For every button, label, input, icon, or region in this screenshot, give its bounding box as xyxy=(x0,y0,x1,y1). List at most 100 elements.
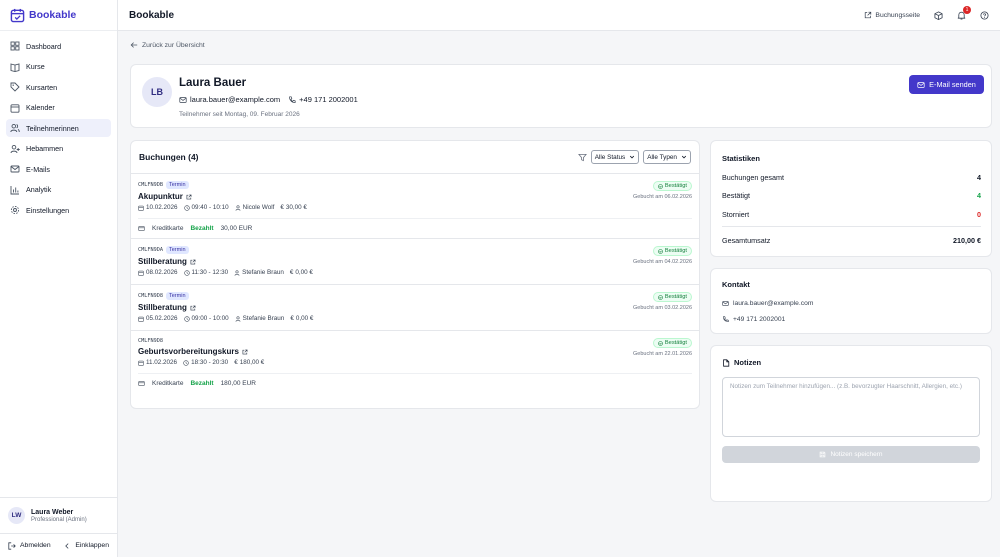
payment-status: Bezahlt xyxy=(190,380,214,387)
booking-item[interactable]: CMLFN9DA Termin Stillberatung 08.02.2026… xyxy=(131,239,699,285)
sidebar-item-label: Teilnehmerinnen xyxy=(26,123,79,133)
user-icon xyxy=(235,315,241,322)
sidebar-item-teilnehmerinnen[interactable]: Teilnehmerinnen xyxy=(6,119,111,137)
app-logo[interactable]: Bookable xyxy=(0,0,117,31)
sidebar-footer: LW Laura Weber Professional (Admin) Abme… xyxy=(0,497,117,557)
booking-price-text: 30,00 € xyxy=(285,204,307,211)
booking-code-line: CMLFN9D8 Termin xyxy=(138,292,692,300)
type-filter-select[interactable]: Alle Typen xyxy=(643,150,691,164)
sidebar-item-einstellungen[interactable]: Einstellungen xyxy=(6,201,111,219)
user-profile[interactable]: LW Laura Weber Professional (Admin) xyxy=(0,497,117,533)
main-content: Zurück zur Übersicht LB Laura Bauer laur… xyxy=(118,31,1000,557)
booking-title[interactable]: Stillberatung xyxy=(138,303,692,312)
package-button[interactable] xyxy=(934,10,943,20)
statistics-card: Statistiken Buchungen gesamt 4 Bestätigt… xyxy=(710,140,992,257)
clock-icon xyxy=(183,359,189,366)
logout-button[interactable]: Abmelden xyxy=(8,541,51,550)
booking-date: 11.02.2026 xyxy=(138,359,177,366)
booking-date-text: 05.02.2026 xyxy=(146,315,178,322)
booking-title[interactable]: Geburtsvorbereitungskurs xyxy=(138,347,692,356)
booking-type-tag: Termin xyxy=(166,292,189,300)
booking-time-text: 09:40 - 10:10 xyxy=(191,204,229,211)
booking-code-line: CMLFN9DA Termin xyxy=(138,246,692,254)
package-icon xyxy=(934,10,943,20)
euro-icon: € xyxy=(280,204,284,211)
user-icon xyxy=(234,269,240,276)
calendar-icon xyxy=(138,360,144,366)
notes-textarea[interactable]: Notizen zum Teilnehmer hinzufügen... (z.… xyxy=(722,377,980,437)
chevron-down-icon xyxy=(630,155,635,159)
sidebar-item-analytik[interactable]: Analytik xyxy=(6,181,111,199)
help-button[interactable] xyxy=(980,10,989,20)
booking-title-text: Geburtsvorbereitungskurs xyxy=(138,347,239,356)
sidebar-item-kalender[interactable]: Kalender xyxy=(6,99,111,117)
sidebar-item-dashboard[interactable]: Dashboard xyxy=(6,37,111,55)
sidebar-item-kursarten[interactable]: Kursarten xyxy=(6,78,111,96)
booking-title[interactable]: Akupunktur xyxy=(138,192,692,201)
collapse-button[interactable]: Einklappen xyxy=(63,542,109,550)
participant-email-text: laura.bauer@example.com xyxy=(190,95,281,104)
status-text: Bestätigt xyxy=(664,183,687,189)
external-link-icon xyxy=(190,259,196,264)
booking-date: 08.02.2026 xyxy=(138,269,178,276)
status-filter-select[interactable]: Alle Status xyxy=(590,150,640,164)
booking-title-text: Stillberatung xyxy=(138,257,187,266)
booked-date: Gebucht am 06.02.2026 xyxy=(632,194,692,200)
booking-code-line: CMLFN9DB Termin xyxy=(138,181,692,189)
booking-title[interactable]: Stillberatung xyxy=(138,257,692,266)
tag-icon xyxy=(10,82,20,92)
booking-time: 09:00 - 10:00 xyxy=(183,315,229,322)
clock-icon xyxy=(183,315,190,322)
status-text: Bestätigt xyxy=(664,248,687,254)
stat-revenue-label: Gesamtumsatz xyxy=(722,236,771,245)
booking-person-text: Nicole Wolf xyxy=(242,204,275,211)
booking-time-text: 11:30 - 12:30 xyxy=(191,269,229,276)
sidebar-item-kurse[interactable]: Kurse xyxy=(6,58,111,76)
status-badge: Bestätigt xyxy=(652,181,692,191)
send-email-button[interactable]: E-Mail senden xyxy=(909,75,984,94)
collapse-label: Einklappen xyxy=(75,542,109,549)
filter-icon xyxy=(577,153,587,161)
logout-icon xyxy=(8,541,16,550)
notifications-button[interactable]: 1 xyxy=(957,5,971,20)
booking-person-text: Stefanie Braun xyxy=(242,269,284,276)
calendar-icon xyxy=(10,103,20,113)
euro-icon: € xyxy=(290,315,294,322)
contact-email[interactable]: laura.bauer@example.com xyxy=(722,300,813,307)
status-text: Bestätigt xyxy=(664,340,687,346)
booking-item[interactable]: CMLFN9D8 Termin Stillberatung 05.02.2026… xyxy=(131,285,699,331)
mail-icon xyxy=(722,301,729,306)
stat-confirmed-label: Bestätigt xyxy=(722,191,750,200)
back-link[interactable]: Zurück zur Übersicht xyxy=(130,41,205,49)
save-notes-button[interactable]: Notizen speichern xyxy=(722,446,980,463)
booking-meta: 11.02.2026 18:30 - 20:30 €180,00 € xyxy=(138,359,692,366)
external-link-icon xyxy=(865,11,872,19)
sidebar-item-emails[interactable]: E-Mails xyxy=(6,160,111,178)
booking-page-link[interactable]: Buchungsseite xyxy=(864,11,920,19)
external-link-icon xyxy=(242,349,248,354)
booking-price: €180,00 € xyxy=(234,359,264,366)
booking-price-text: 0,00 € xyxy=(295,315,314,322)
booked-date: Gebucht am 22.01.2026 xyxy=(632,351,692,357)
stat-cancelled-value: 0 xyxy=(977,210,981,219)
booking-item[interactable]: CMLFN9DB Termin Akupunktur 10.02.2026 09… xyxy=(131,174,699,239)
booking-item[interactable]: CMLFN9D8 Geburtsvorbereitungskurs 11.02.… xyxy=(131,331,699,393)
stat-revenue: Gesamtumsatz 210,00 € xyxy=(722,236,981,245)
sidebar-item-label: Kursarten xyxy=(26,82,58,92)
send-email-label: E-Mail senden xyxy=(929,80,976,89)
calendar-icon xyxy=(138,205,144,211)
check-circle-icon xyxy=(658,183,663,189)
sidebar-item-hebammen[interactable]: Hebammen xyxy=(6,140,111,158)
contact-phone[interactable]: +49 171 2002001 xyxy=(722,316,785,323)
sidebar-item-label: Kalender xyxy=(26,103,55,112)
contact-email-text: laura.bauer@example.com xyxy=(733,300,814,307)
app-name: Bookable xyxy=(29,9,77,21)
clock-icon xyxy=(183,204,190,211)
payment-method: Kreditkarte xyxy=(152,225,184,232)
booking-time-text: 18:30 - 20:30 xyxy=(191,359,229,366)
euro-icon: € xyxy=(289,269,294,276)
payment-amount: 30,00 EUR xyxy=(220,225,253,232)
status-text: Bestätigt xyxy=(664,294,687,300)
sidebar-actions: Abmelden Einklappen xyxy=(0,533,117,557)
sidebar-nav: Dashboard Kurse Kursarten Kalender Teiln… xyxy=(0,31,117,219)
